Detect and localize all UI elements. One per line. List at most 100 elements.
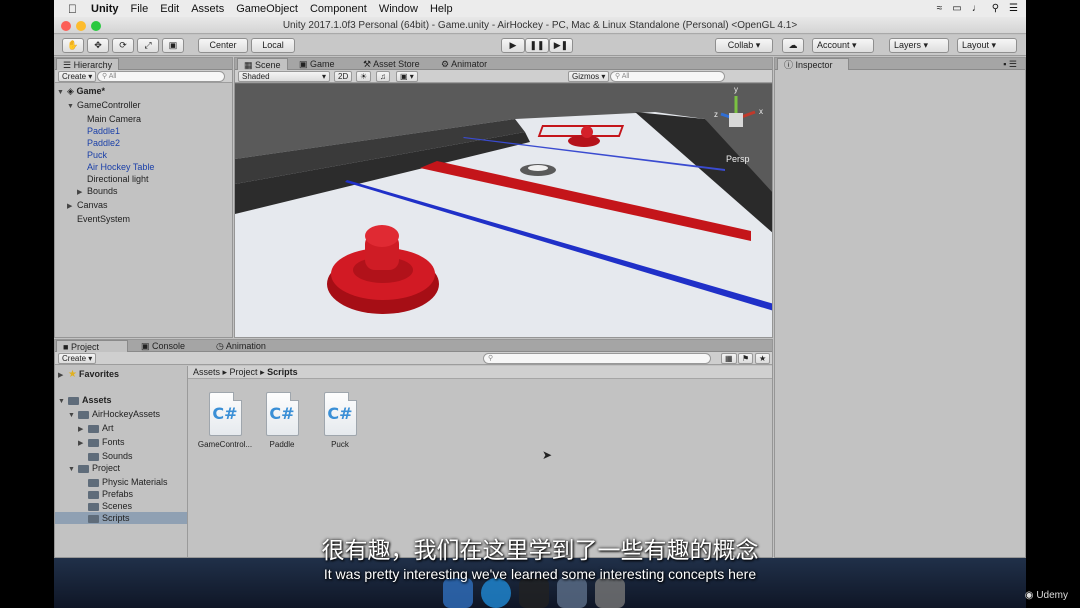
layout-dropdown[interactable]: Layout ▾ (957, 38, 1017, 53)
tab-hierarchy[interactable]: ☰ Hierarchy (56, 58, 120, 70)
tab-animation[interactable]: ◷ Animation (210, 340, 272, 352)
folder-fonts[interactable]: ▶ Fonts (58, 436, 187, 450)
breadcrumb-scripts[interactable]: Scripts (267, 367, 298, 377)
collapse-arrow-icon[interactable]: ▶ (78, 424, 88, 436)
cloud-icon[interactable]: ☁ (782, 38, 804, 53)
audio-toggle-icon[interactable]: ♫ (376, 71, 390, 82)
folder-project[interactable]: ▼ Project (58, 462, 187, 476)
pivot-center-button[interactable]: Center (198, 38, 248, 53)
asset-puck-script[interactable]: C# Puck (310, 392, 370, 449)
hierarchy-item-air-hockey-table[interactable]: Air Hockey Table (57, 161, 154, 173)
expand-arrow-icon[interactable]: ▼ (68, 464, 78, 476)
collapse-arrow-icon[interactable]: ▶ (58, 370, 68, 382)
collapse-arrow-icon[interactable]: ▶ (78, 438, 88, 450)
hand-tool-button[interactable]: ✋ (62, 38, 84, 53)
filter-label-icon[interactable]: ⚑ (738, 353, 754, 364)
gizmos-dropdown[interactable]: Gizmos ▾ (568, 71, 610, 82)
scene-viewport[interactable]: y x z Persp (235, 84, 773, 338)
scene-root[interactable]: ▼ ◈ Game* (57, 85, 154, 99)
play-button[interactable]: ▶ (501, 38, 525, 53)
menu-app-unity[interactable]: Unity (91, 3, 119, 15)
folder-label: Art (102, 423, 114, 433)
hierarchy-item-canvas[interactable]: ▶ Canvas (57, 199, 154, 213)
menu-gameobject[interactable]: GameObject (236, 3, 298, 15)
hierarchy-item-eventsystem[interactable]: EventSystem (57, 213, 154, 225)
battery-icon[interactable]: ▭ (952, 3, 961, 14)
volume-icon[interactable]: ♩ (972, 3, 982, 14)
tab-console[interactable]: ▣ Console (135, 340, 191, 352)
project-search-input[interactable]: ⚲ (483, 353, 711, 364)
menu-assets[interactable]: Assets (191, 3, 224, 15)
search-icon[interactable]: ⚲ (992, 3, 999, 14)
shading-mode-dropdown[interactable]: Shaded ▾ (238, 71, 330, 82)
project-splitter[interactable] (187, 366, 188, 557)
paddle2-handle[interactable] (581, 126, 593, 138)
wifi-icon[interactable]: ≈ (937, 3, 943, 14)
filter-type-icon[interactable]: ▦ (721, 353, 737, 364)
zoom-icon[interactable] (91, 21, 101, 31)
2d-toggle[interactable]: 2D (334, 71, 353, 82)
favorite-star-icon[interactable]: ★ (755, 353, 771, 364)
pause-button[interactable]: ❚❚ (525, 38, 549, 53)
folder-assets[interactable]: ▼ Assets (58, 394, 187, 408)
menu-list-icon[interactable]: ☰ (1009, 3, 1018, 14)
close-icon[interactable] (61, 21, 71, 31)
tab-asset-store[interactable]: ⚒ Asset Store (357, 58, 426, 70)
account-dropdown[interactable]: Account ▾ (812, 38, 874, 53)
expand-arrow-icon[interactable]: ▼ (58, 396, 68, 408)
folder-physic-materials[interactable]: Physic Materials (58, 476, 187, 488)
collapse-arrow-icon[interactable]: ▶ (77, 187, 87, 199)
hierarchy-item-main-camera[interactable]: Main Camera (57, 113, 154, 125)
space-local-button[interactable]: Local (251, 38, 295, 53)
folder-art[interactable]: ▶ Art (58, 422, 187, 436)
asset-paddle-script[interactable]: C# Paddle (252, 392, 312, 449)
project-create-button[interactable]: Create ▾ (58, 353, 97, 364)
lock-icon[interactable]: ▪ ☰ (997, 58, 1023, 70)
menu-file[interactable]: File (131, 3, 149, 15)
expand-arrow-icon[interactable]: ▼ (67, 101, 77, 113)
folder-airhockeyassets[interactable]: ▼ AirHockeyAssets (58, 408, 187, 422)
hierarchy-item-puck[interactable]: Puck (57, 149, 154, 161)
rotate-tool-button[interactable]: ⟳ (112, 38, 134, 53)
step-button[interactable]: ▶❚ (549, 38, 573, 53)
expand-arrow-icon[interactable]: ▼ (68, 410, 78, 422)
hierarchy-search-input[interactable]: ⚲ All (97, 71, 225, 82)
scale-tool-button[interactable]: ⤢ (137, 38, 159, 53)
folder-prefabs[interactable]: Prefabs (58, 488, 187, 500)
collapse-arrow-icon[interactable]: ▶ (67, 201, 77, 213)
expand-arrow-icon[interactable]: ▼ (57, 87, 67, 99)
layers-dropdown[interactable]: Layers ▾ (889, 38, 949, 53)
tab-animator[interactable]: ⚙ Animator (435, 58, 493, 70)
hierarchy-item-paddle1[interactable]: Paddle1 (57, 125, 154, 137)
apple-icon[interactable]:  (68, 2, 77, 16)
folder-scenes[interactable]: Scenes (58, 500, 187, 512)
hierarchy-create-button[interactable]: Create ▾ (58, 71, 97, 82)
hierarchy-item-bounds[interactable]: ▶ Bounds (57, 185, 154, 199)
tab-game[interactable]: ▣ Game (293, 58, 341, 70)
effects-dropdown-icon[interactable]: ▣ ▾ (396, 71, 418, 82)
lighting-toggle-icon[interactable]: ☀ (356, 71, 372, 82)
menu-help[interactable]: Help (430, 3, 453, 15)
breadcrumb-assets[interactable]: Assets (193, 367, 220, 377)
minimize-icon[interactable] (76, 21, 86, 31)
tab-scene[interactable]: ▦ Scene (237, 58, 288, 70)
hierarchy-item-gamecontroller[interactable]: ▼ GameController (57, 99, 154, 113)
menu-window[interactable]: Window (379, 3, 418, 15)
breadcrumb-project[interactable]: Project (230, 367, 258, 377)
collab-button[interactable]: Collab ▾ (715, 38, 773, 53)
tab-label: Console (152, 341, 186, 351)
menu-component[interactable]: Component (310, 3, 367, 15)
favorites-item[interactable]: ▶ ★ Favorites (58, 368, 187, 382)
tab-project[interactable]: ■ Project (56, 340, 128, 352)
hierarchy-item-paddle2[interactable]: Paddle2 (57, 137, 154, 149)
move-tool-button[interactable]: ✥ (87, 38, 109, 53)
folder-sounds[interactable]: Sounds (58, 450, 187, 462)
persp-label[interactable]: Persp (726, 154, 750, 164)
folder-scripts[interactable]: Scripts (55, 512, 187, 524)
tab-inspector[interactable]: ⓘ Inspector (777, 58, 849, 70)
asset-gamecontroller-script[interactable]: C# GameControl... (195, 392, 255, 449)
hierarchy-item-directional-light[interactable]: Directional light (57, 173, 154, 185)
rect-tool-button[interactable]: ▣ (162, 38, 184, 53)
scene-search-input[interactable]: ⚲ All (610, 71, 725, 82)
menu-edit[interactable]: Edit (160, 3, 179, 15)
